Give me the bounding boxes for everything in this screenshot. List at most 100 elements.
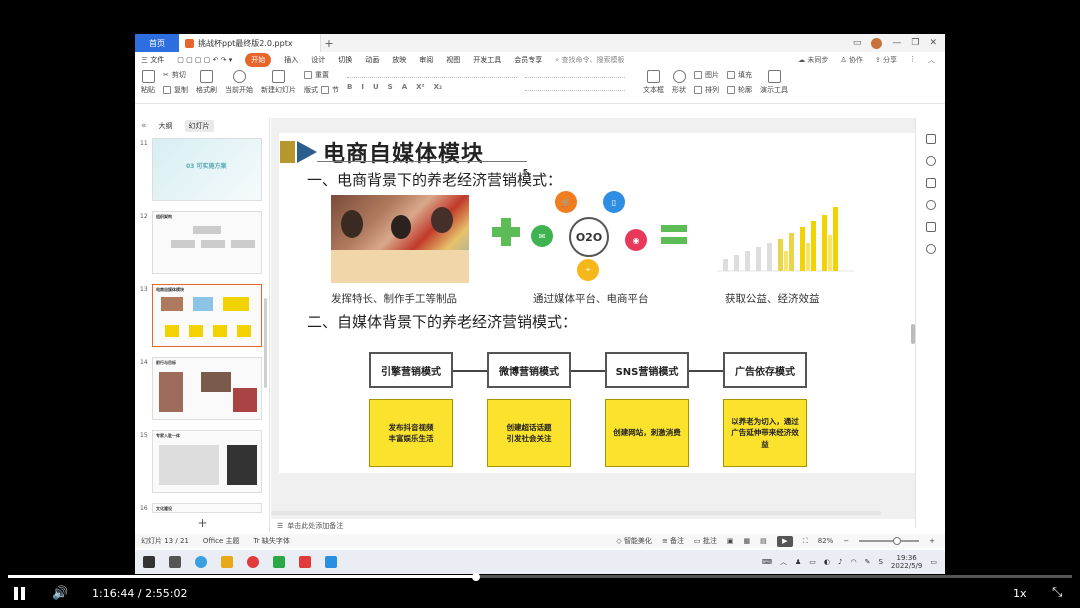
normal-view-icon[interactable]: ▣: [727, 537, 734, 545]
new-slide-button[interactable]: 新建幻灯片: [261, 70, 296, 95]
edge-icon[interactable]: [195, 556, 207, 568]
layout-button[interactable]: 版式 节: [304, 85, 339, 95]
slide-thumbnail-active[interactable]: 电商自媒体模块: [152, 284, 262, 347]
volume-icon[interactable]: 🔊: [52, 586, 68, 601]
collapse-ribbon-icon[interactable]: ︿: [928, 55, 935, 65]
strike-icon[interactable]: S: [388, 83, 393, 91]
paste-button[interactable]: 粘贴: [141, 70, 155, 95]
menu-item-view[interactable]: 视图: [446, 55, 460, 65]
menu-item-insert[interactable]: 插入: [284, 55, 298, 65]
play-from-current-button[interactable]: 当前开始: [225, 70, 253, 95]
transition-icon[interactable]: [925, 178, 936, 188]
animation-icon[interactable]: [925, 156, 936, 166]
notes-toggle[interactable]: ≡ 备注: [662, 536, 684, 546]
menu-item-design[interactable]: 设计: [311, 55, 325, 65]
menu-item-slideshow[interactable]: 放映: [392, 55, 406, 65]
pen-icon[interactable]: ✎: [865, 558, 871, 566]
slide[interactable]: 电商自媒体模块 ↖ 一、电商背景下的养老经济营销模式： 🛒 ▯ ✉ ◉ ⌖ O2…: [279, 133, 915, 473]
font-color-icon[interactable]: A: [402, 83, 407, 91]
video-progress-bar[interactable]: [8, 575, 1072, 578]
slide-thumbnail[interactable]: 文化建设: [152, 503, 262, 513]
quick-access-icons[interactable]: ▢ ▢ ▢ ▢ ↶ ↷ ▾: [177, 56, 232, 64]
tab-outline[interactable]: 大纲: [159, 121, 173, 131]
minimize-icon[interactable]: —: [892, 38, 901, 48]
network-icon[interactable]: ◐: [824, 558, 830, 566]
share-button[interactable]: ⇪ 分享: [875, 55, 897, 65]
menu-item-review[interactable]: 审阅: [419, 55, 433, 65]
slideshow-play-button[interactable]: ▶: [776, 535, 793, 547]
unsync-button[interactable]: ☁ 未同步: [798, 55, 828, 65]
section-1-title[interactable]: 一、电商背景下的养老经济营销模式：: [307, 169, 562, 190]
wps-icon[interactable]: [299, 556, 311, 568]
avatar[interactable]: [871, 37, 883, 49]
alignment-controls[interactable]: [525, 83, 625, 91]
reset-button[interactable]: 重置: [304, 70, 339, 80]
menu-item-transition[interactable]: 切换: [338, 55, 352, 65]
grid-view-icon[interactable]: ▦: [744, 537, 751, 545]
fill-button[interactable]: 填充: [727, 70, 752, 80]
slide-thumbnail[interactable]: 03 可实施方案: [152, 138, 262, 201]
o2o-diagram[interactable]: 🛒 ▯ ✉ ◉ ⌖ O2O: [531, 191, 647, 283]
picture-button[interactable]: 图片: [694, 70, 719, 80]
horizontal-scrollbar[interactable]: [271, 511, 881, 515]
missing-font-button[interactable]: Tr 缺失字体: [254, 536, 290, 546]
zoom-slider-knob[interactable]: [893, 537, 902, 545]
folder-icon[interactable]: [221, 556, 233, 568]
flow-box-advertising[interactable]: 广告依存模式: [723, 352, 807, 388]
slide-title[interactable]: 电商自媒体模块: [323, 136, 484, 168]
desc-box-weibo[interactable]: 创建超话话题 引发社会关注: [487, 399, 571, 467]
settings-icon[interactable]: [925, 134, 936, 144]
location-pin-icon[interactable]: [925, 244, 936, 254]
beautify-button[interactable]: ◇ 智能美化: [616, 536, 652, 546]
qq-icon[interactable]: ♟: [795, 558, 801, 566]
wifi-icon[interactable]: ◠: [850, 558, 856, 566]
underline-icon[interactable]: U: [373, 83, 379, 91]
menu-item-home[interactable]: 开始: [245, 53, 272, 67]
taskbar-clock[interactable]: 19:36 2022/5/9: [891, 554, 922, 571]
caption-benefits[interactable]: 获取公益、经济效益: [725, 291, 820, 306]
flow-box-engine[interactable]: 引擎营销模式: [369, 352, 453, 388]
section-2-title[interactable]: 二、自媒体背景下的养老经济营销模式：: [307, 311, 577, 332]
cut-button[interactable]: ✂ 剪切: [163, 70, 188, 80]
start-icon[interactable]: [143, 556, 155, 568]
thumbnail-row[interactable]: 16 文化建设: [140, 503, 269, 517]
tray-chevron-icon[interactable]: ︿: [780, 557, 787, 567]
notification-icon[interactable]: ▭: [930, 558, 937, 566]
playback-speed[interactable]: 1x: [1013, 587, 1027, 600]
outline-button[interactable]: 轮廓: [727, 85, 752, 95]
desc-box-advertising[interactable]: 以养老为切入，通过 广告延伸带来经济效 益: [723, 399, 807, 467]
document-tab[interactable]: 挑战杯ppt最终版2.0.pptx: [179, 34, 321, 52]
collab-button[interactable]: ♙ 协作: [840, 55, 863, 65]
sidebar-scrollbar[interactable]: [264, 298, 267, 388]
video-progress-knob[interactable]: [472, 573, 481, 581]
media-icon[interactable]: [325, 556, 337, 568]
exit-fullscreen-icon[interactable]: ⤡: [1052, 585, 1062, 600]
subscript-icon[interactable]: X₂: [434, 83, 442, 91]
layout-icon[interactable]: ▭: [853, 38, 862, 48]
pause-icon[interactable]: [13, 587, 27, 600]
tab-slides[interactable]: 幻灯片: [184, 120, 214, 132]
thumbnail-row[interactable]: 11 03 可实施方案: [140, 138, 269, 211]
home-tab[interactable]: 首页: [135, 34, 179, 52]
growth-bar-chart-image[interactable]: [709, 193, 859, 285]
comments-toggle[interactable]: ▭ 批注: [694, 536, 717, 546]
battery-icon[interactable]: ▭: [809, 558, 816, 566]
slide-thumbnail[interactable]: 组织架构: [152, 211, 262, 274]
reading-view-icon[interactable]: ▤: [760, 537, 767, 545]
restore-icon[interactable]: ❐: [911, 38, 919, 48]
zoom-in-icon[interactable]: +: [929, 537, 935, 545]
slide-thumbnail[interactable]: 专家入驻一体: [152, 430, 262, 493]
theme-name[interactable]: Office 主题: [203, 536, 240, 546]
font-format-buttons[interactable]: B I U S A X² X₂: [347, 83, 517, 91]
backup-icon[interactable]: [925, 222, 936, 232]
thumbnail-row[interactable]: 13 电商自媒体模块: [140, 284, 269, 357]
zoom-level[interactable]: 82%: [818, 537, 834, 545]
font-selector[interactable]: [347, 70, 517, 78]
shape-button[interactable]: 形状: [672, 70, 686, 95]
close-icon[interactable]: ✕: [929, 38, 937, 48]
help-icon[interactable]: [925, 200, 936, 210]
thumbnail-row[interactable]: 12 组织架构: [140, 211, 269, 284]
file-menu[interactable]: 三 文件: [141, 55, 164, 65]
thumbnail-row[interactable]: 14 前行与目标: [140, 357, 269, 430]
input-method-icon[interactable]: S: [878, 558, 882, 566]
